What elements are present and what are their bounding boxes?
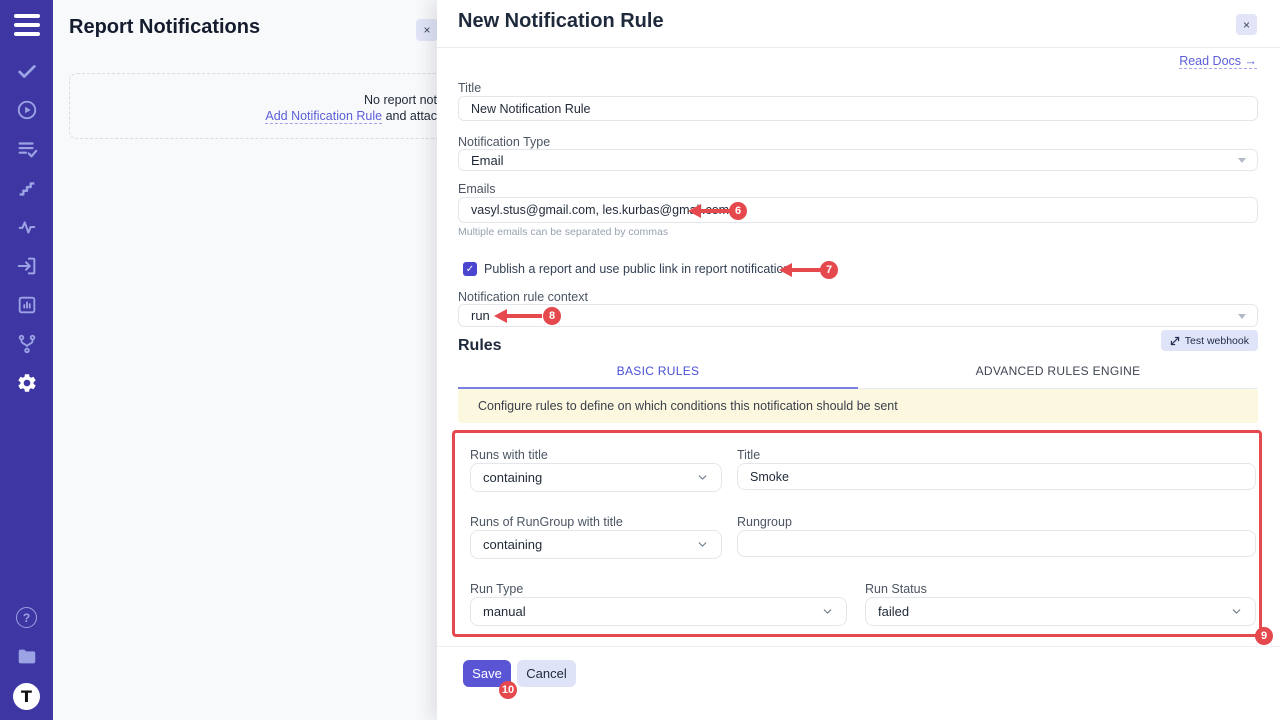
notification-type-value: Email: [471, 153, 504, 168]
rule-title-label: Title: [737, 448, 760, 462]
empty-state-line1: No report not: [73, 92, 437, 108]
emails-input[interactable]: [458, 197, 1258, 223]
list-check-icon[interactable]: [15, 137, 38, 160]
menu-icon[interactable]: [14, 14, 40, 36]
runs-with-title-value: containing: [483, 470, 542, 485]
test-webhook-button[interactable]: Test webhook: [1161, 330, 1258, 351]
test-webhook-label: Test webhook: [1185, 335, 1249, 347]
emails-helper-text: Multiple emails can be separated by comm…: [458, 226, 668, 238]
empty-state-text: No report not Add Notification Rule and …: [73, 92, 437, 124]
rungroup-label: Rungroup: [737, 515, 792, 529]
chevron-down-icon: [1230, 605, 1243, 618]
check-icon[interactable]: [15, 59, 38, 82]
empty-state-line2: and attac: [382, 109, 437, 123]
notification-type-label: Notification Type: [458, 135, 550, 149]
cancel-button[interactable]: Cancel: [517, 660, 576, 687]
title-label: Title: [458, 81, 481, 95]
annotation-badge-9: 9: [1255, 627, 1273, 645]
help-icon[interactable]: ?: [16, 607, 37, 628]
play-circle-icon[interactable]: [15, 98, 38, 121]
annotation-box-rules: Runs with title containing Title Runs of…: [452, 430, 1262, 637]
close-icon[interactable]: ×: [416, 19, 437, 41]
run-status-value: failed: [878, 604, 909, 619]
rungroup-with-title-label: Runs of RunGroup with title: [470, 515, 623, 529]
run-type-select[interactable]: manual: [470, 597, 847, 626]
test-arrows-icon: [1170, 336, 1180, 346]
logo[interactable]: T: [13, 683, 40, 710]
folder-icon[interactable]: [15, 644, 38, 667]
rungroup-with-title-select[interactable]: containing: [470, 530, 722, 559]
report-notifications-panel: Report Notifications × No report not Add…: [53, 0, 437, 720]
publish-checkbox[interactable]: ✓: [463, 262, 477, 276]
page-title: Report Notifications: [69, 16, 260, 39]
chevron-down-icon: [1238, 314, 1246, 319]
read-docs-link[interactable]: Read Docs →: [1179, 54, 1257, 69]
rules-tabs: BASIC RULES ADVANCED RULES ENGINE: [458, 358, 1258, 389]
title-input[interactable]: [458, 96, 1258, 121]
context-select[interactable]: run: [458, 304, 1258, 327]
rules-heading: Rules: [458, 337, 502, 355]
bar-chart-icon[interactable]: [15, 293, 38, 316]
chevron-down-icon: [821, 605, 834, 618]
panel-title: New Notification Rule: [458, 10, 664, 33]
rule-title-input[interactable]: [737, 463, 1256, 490]
annotation-badge-6: 6: [729, 202, 747, 220]
context-label: Notification rule context: [458, 290, 588, 304]
annotation-badge-10: 10: [499, 681, 517, 699]
tab-basic-rules[interactable]: BASIC RULES: [458, 358, 858, 389]
sign-in-icon[interactable]: [15, 254, 38, 277]
runs-with-title-select[interactable]: containing: [470, 463, 722, 492]
runs-with-title-label: Runs with title: [470, 448, 548, 462]
rules-info-banner: Configure rules to define on which condi…: [458, 389, 1258, 423]
annotation-arrow-8: [492, 308, 542, 324]
annotation-badge-8: 8: [543, 307, 561, 325]
sidebar: ? T: [0, 0, 53, 720]
rungroup-with-title-value: containing: [483, 537, 542, 552]
annotation-arrow-7: [777, 262, 823, 278]
chevron-down-icon: [696, 538, 709, 551]
tab-advanced-rules-engine[interactable]: ADVANCED RULES ENGINE: [858, 358, 1258, 389]
emails-label: Emails: [458, 182, 496, 196]
notification-type-select[interactable]: Email: [458, 149, 1258, 171]
publish-checkbox-label: Publish a report and use public link in …: [484, 262, 790, 276]
footer-divider: [437, 646, 1280, 647]
chevron-down-icon: [1238, 158, 1246, 163]
run-status-select[interactable]: failed: [865, 597, 1256, 626]
context-value: run: [471, 308, 490, 323]
run-status-label: Run Status: [865, 582, 927, 596]
new-notification-rule-panel: New Notification Rule × Read Docs → Titl…: [437, 0, 1280, 720]
close-icon[interactable]: ×: [1236, 14, 1257, 35]
branch-icon[interactable]: [15, 332, 38, 355]
run-type-label: Run Type: [470, 582, 523, 596]
rungroup-input[interactable]: [737, 530, 1256, 557]
gear-icon[interactable]: [15, 371, 38, 394]
chevron-down-icon: [696, 471, 709, 484]
annotation-arrow-6: [686, 203, 732, 219]
panel-header: New Notification Rule ×: [437, 0, 1280, 48]
run-type-value: manual: [483, 604, 526, 619]
steps-icon[interactable]: [15, 176, 38, 199]
activity-icon[interactable]: [15, 215, 38, 238]
add-notification-rule-link[interactable]: Add Notification Rule: [265, 109, 382, 124]
annotation-badge-7: 7: [820, 261, 838, 279]
publish-checkbox-row: ✓ Publish a report and use public link i…: [463, 262, 790, 276]
